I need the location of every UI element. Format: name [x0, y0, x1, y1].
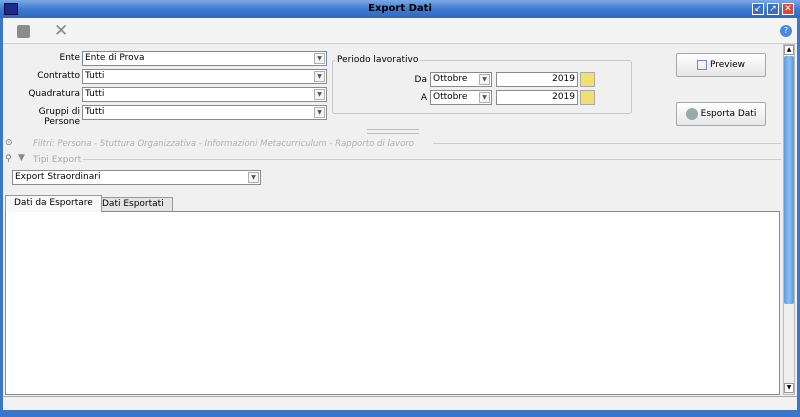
tab-content-panel — [5, 211, 780, 395]
calendar-icon[interactable] — [580, 72, 595, 87]
a-year-input[interactable]: 2019 — [496, 90, 578, 105]
scrollbar-thumb[interactable] — [784, 56, 794, 304]
quadratura-label: Quadratura — [28, 89, 80, 99]
a-month-select[interactable]: Ottobre ▼ — [430, 90, 492, 105]
da-year-input[interactable]: 2019 — [496, 72, 578, 87]
chevron-down-icon[interactable]: ▼ — [479, 92, 490, 103]
filtri-label[interactable]: Filtri: Persona - Stuttura Organizzativa… — [33, 139, 414, 149]
ente-value: Ente di Prova — [85, 53, 145, 63]
ente-label: Ente — [59, 53, 80, 63]
a-month: Ottobre — [433, 92, 468, 102]
preview-button[interactable]: Preview — [676, 53, 766, 77]
da-month: Ottobre — [433, 74, 468, 84]
filter-icon: ▼ — [18, 153, 25, 163]
tipi-value: Export Straordinari — [15, 172, 101, 182]
contratto-label: Contratto — [37, 71, 80, 81]
quadratura-value: Tutti — [85, 89, 105, 99]
esporta-label: Esporta Dati — [700, 109, 757, 119]
calendar-icon[interactable] — [580, 90, 595, 105]
divider — [83, 159, 781, 160]
scroll-down-icon[interactable]: ▼ — [784, 383, 794, 393]
preview-label: Preview — [709, 60, 746, 70]
tipi-export-select[interactable]: Export Straordinari ▼ — [12, 170, 261, 185]
gears-icon — [685, 107, 698, 120]
pin-icon[interactable]: ⚲ — [5, 154, 12, 164]
status-bar — [3, 396, 797, 410]
splitter-handle[interactable] — [367, 129, 419, 134]
chevron-down-icon[interactable]: ▼ — [314, 53, 325, 64]
divider — [433, 143, 781, 144]
contratto-value: Tutti — [85, 71, 105, 81]
da-month-select[interactable]: Ottobre ▼ — [430, 72, 492, 87]
tipi-label: Tipi Export — [33, 155, 82, 165]
quadratura-select[interactable]: Tutti ▼ — [82, 87, 327, 102]
toolbar — [3, 18, 797, 44]
close-icon[interactable]: ✕ — [54, 21, 68, 41]
gruppi-select[interactable]: Tutti ▼ — [82, 105, 327, 120]
expand-filtri-icon[interactable]: ⊙ — [5, 138, 13, 148]
contratto-select[interactable]: Tutti ▼ — [82, 69, 327, 84]
window-title: Export Dati — [368, 3, 432, 14]
tab-dati-da-esportare[interactable]: Dati da Esportare — [5, 195, 102, 212]
ente-select[interactable]: Ente di Prova ▼ — [82, 51, 327, 66]
periodo-legend: Periodo lavorativo — [337, 55, 419, 65]
chevron-down-icon[interactable]: ▼ — [314, 107, 325, 118]
chevron-down-icon[interactable]: ▼ — [314, 71, 325, 82]
scroll-up-icon[interactable]: ▲ — [784, 45, 794, 55]
chevron-down-icon[interactable]: ▼ — [314, 89, 325, 100]
close-window-icon[interactable]: ✕ — [782, 3, 794, 15]
gruppi-value: Tutti — [85, 107, 105, 117]
da-label: Da — [414, 75, 427, 85]
help-icon[interactable]: ? — [780, 25, 792, 37]
preview-icon — [696, 59, 707, 70]
minimize-icon[interactable]: ↙ — [752, 3, 764, 15]
a-label: A — [420, 93, 427, 103]
chevron-down-icon[interactable]: ▼ — [248, 172, 259, 183]
maximize-icon[interactable]: ↗ — [767, 3, 779, 15]
chevron-down-icon[interactable]: ▼ — [479, 74, 490, 85]
tab-dati-esportati[interactable]: Dati Esportati — [93, 197, 173, 211]
save-icon[interactable] — [17, 25, 30, 38]
gruppi-label: Gruppi di Persone — [38, 107, 80, 127]
esporta-dati-button[interactable]: Esporta Dati — [676, 102, 766, 126]
